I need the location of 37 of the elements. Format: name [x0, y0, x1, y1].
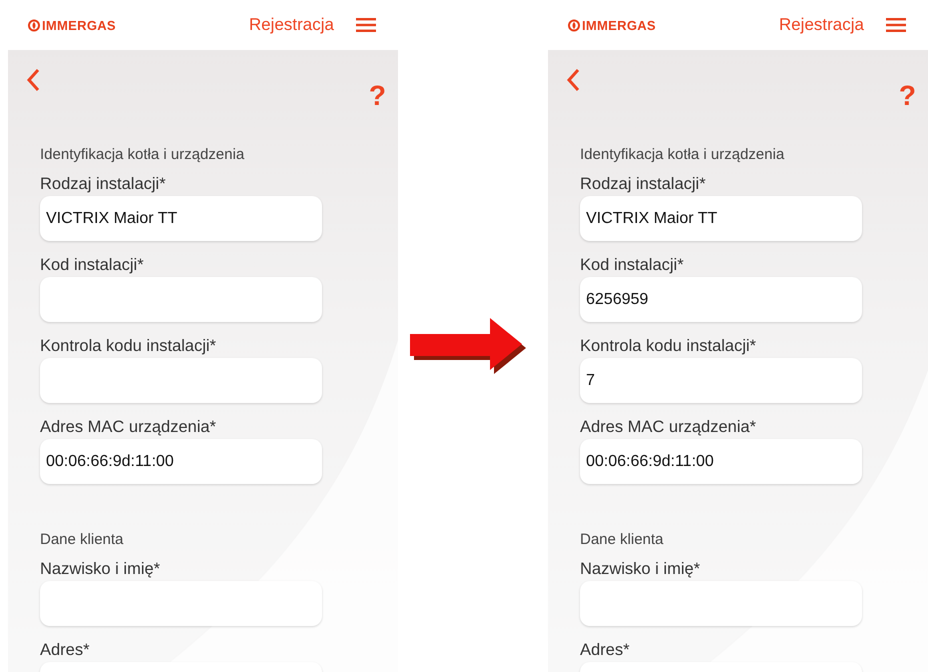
- input-field[interactable]: [40, 277, 322, 322]
- field-label: Adres*: [580, 641, 630, 660]
- section-title: Identyfikacja kotła i urządzenia: [580, 146, 784, 163]
- back-icon[interactable]: [566, 68, 580, 92]
- field-label: Rodzaj instalacji*: [580, 175, 706, 194]
- section-title: Dane klienta: [580, 531, 664, 548]
- brand-logo: IMMERGAS: [568, 18, 656, 32]
- page-title: Rejestracja: [248, 15, 334, 35]
- arrow-icon: [410, 318, 528, 376]
- field-label: Adres MAC urządzenia*: [40, 418, 216, 437]
- brand-logo: IMMERGAS: [28, 18, 116, 32]
- menu-icon[interactable]: [356, 18, 376, 32]
- flame-icon: [568, 18, 580, 32]
- flame-icon: [28, 18, 40, 32]
- field-label: Kod instalacji*: [580, 256, 684, 275]
- page-title: Rejestracja: [778, 15, 864, 35]
- field-label: Adres MAC urządzenia*: [580, 418, 756, 437]
- input-field[interactable]: 00:06:66:9d:11:00: [580, 439, 862, 484]
- input-field[interactable]: VICTRIX Maior TT: [40, 196, 322, 241]
- input-field[interactable]: VICTRIX Maior TT: [580, 196, 862, 241]
- back-icon[interactable]: [26, 68, 40, 92]
- field-label: Nazwisko i imię*: [40, 560, 160, 579]
- field-label: Nazwisko i imię*: [580, 560, 700, 579]
- field-label: Adres*: [40, 641, 90, 660]
- input-field[interactable]: 7: [580, 358, 862, 403]
- input-field[interactable]: [40, 581, 322, 626]
- field-label: Kontrola kodu instalacji*: [580, 337, 756, 356]
- section-title: Dane klienta: [40, 531, 124, 548]
- menu-icon[interactable]: [886, 18, 906, 32]
- input-field[interactable]: [580, 581, 862, 626]
- input-field[interactable]: [40, 358, 322, 403]
- field-label: Kod instalacji*: [40, 256, 144, 275]
- section-title: Identyfikacja kotła i urządzenia: [40, 146, 244, 163]
- input-field[interactable]: 6256959: [580, 277, 862, 322]
- field-label: Kontrola kodu instalacji*: [40, 337, 216, 356]
- input-field[interactable]: 00:06:66:9d:11:00: [40, 439, 322, 484]
- field-label: Rodzaj instalacji*: [40, 175, 166, 194]
